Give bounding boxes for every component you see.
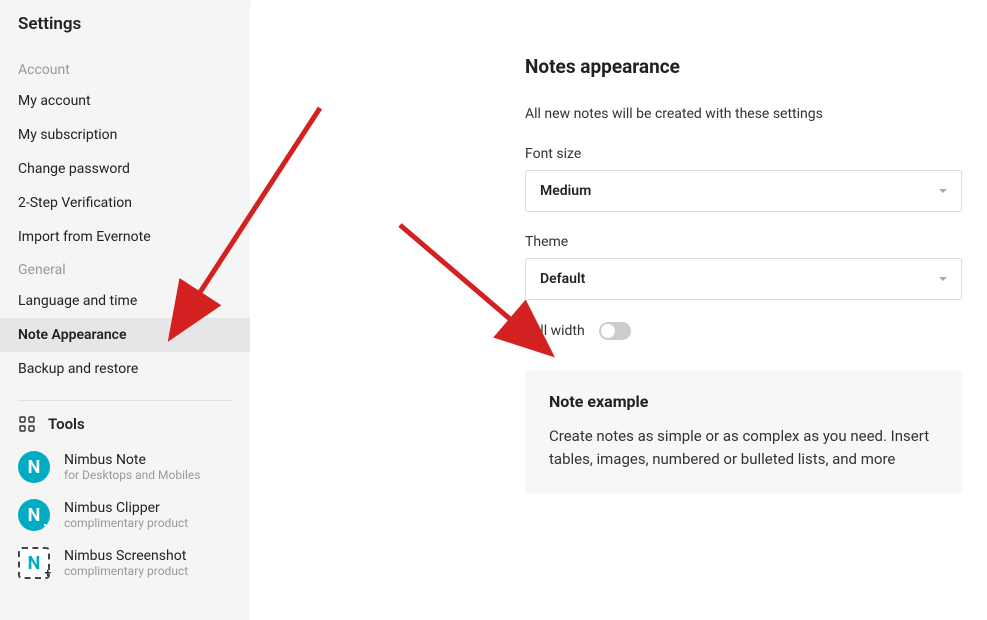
tools-header: Tools	[0, 415, 250, 443]
note-example-box: Note example Create notes as simple or a…	[525, 370, 962, 494]
sidebar-item-my-subscription[interactable]: My subscription	[0, 118, 250, 152]
full-width-row: Full width	[525, 322, 967, 340]
nimbus-screenshot-icon: N+	[18, 547, 50, 579]
full-width-toggle[interactable]	[599, 322, 631, 340]
nimbus-note-icon: N	[18, 451, 50, 483]
tool-sub: complimentary product	[64, 564, 188, 578]
sidebar-item-language-and-time[interactable]: Language and time	[0, 284, 250, 318]
sidebar-item-backup-and-restore[interactable]: Backup and restore	[0, 352, 250, 386]
sidebar-item-import-from-evernote[interactable]: Import from Evernote	[0, 220, 250, 254]
example-title: Note example	[549, 392, 938, 411]
nimbus-clipper-icon: N✂	[18, 499, 50, 531]
theme-label: Theme	[525, 234, 967, 250]
font-size-label: Font size	[525, 146, 967, 162]
font-size-value: Medium	[540, 183, 591, 199]
tool-name: Nimbus Clipper	[64, 500, 188, 516]
chevron-down-icon	[939, 277, 947, 281]
font-size-select[interactable]: Medium	[525, 170, 962, 212]
sidebar-divider	[18, 400, 232, 401]
section-header-general: General	[0, 254, 250, 284]
page-title: Settings	[0, 14, 250, 54]
main-subtitle: All new notes will be created with these…	[525, 106, 967, 122]
sidebar-item-note-appearance[interactable]: Note Appearance	[0, 318, 250, 352]
theme-value: Default	[540, 271, 585, 287]
section-header-account: Account	[0, 54, 250, 84]
tools-title: Tools	[48, 415, 85, 433]
sidebar-item-change-password[interactable]: Change password	[0, 152, 250, 186]
full-width-label: Full width	[525, 323, 585, 339]
grid-icon	[18, 415, 36, 433]
tool-sub: complimentary product	[64, 516, 188, 530]
main-title: Notes appearance	[525, 55, 967, 78]
sidebar-item-2-step-verification[interactable]: 2-Step Verification	[0, 186, 250, 220]
tool-nimbus-note[interactable]: N Nimbus Note for Desktops and Mobiles	[0, 443, 250, 491]
settings-sidebar: Settings Account My account My subscript…	[0, 0, 250, 620]
tool-sub: for Desktops and Mobiles	[64, 468, 200, 482]
tool-nimbus-clipper[interactable]: N✂ Nimbus Clipper complimentary product	[0, 491, 250, 539]
example-text: Create notes as simple or as complex as …	[549, 425, 938, 472]
theme-select[interactable]: Default	[525, 258, 962, 300]
main-content: Notes appearance All new notes will be c…	[250, 0, 987, 620]
tool-name: Nimbus Screenshot	[64, 548, 188, 564]
tool-nimbus-screenshot[interactable]: N+ Nimbus Screenshot complimentary produ…	[0, 539, 250, 587]
tool-name: Nimbus Note	[64, 452, 200, 468]
chevron-down-icon	[939, 189, 947, 193]
sidebar-item-my-account[interactable]: My account	[0, 84, 250, 118]
